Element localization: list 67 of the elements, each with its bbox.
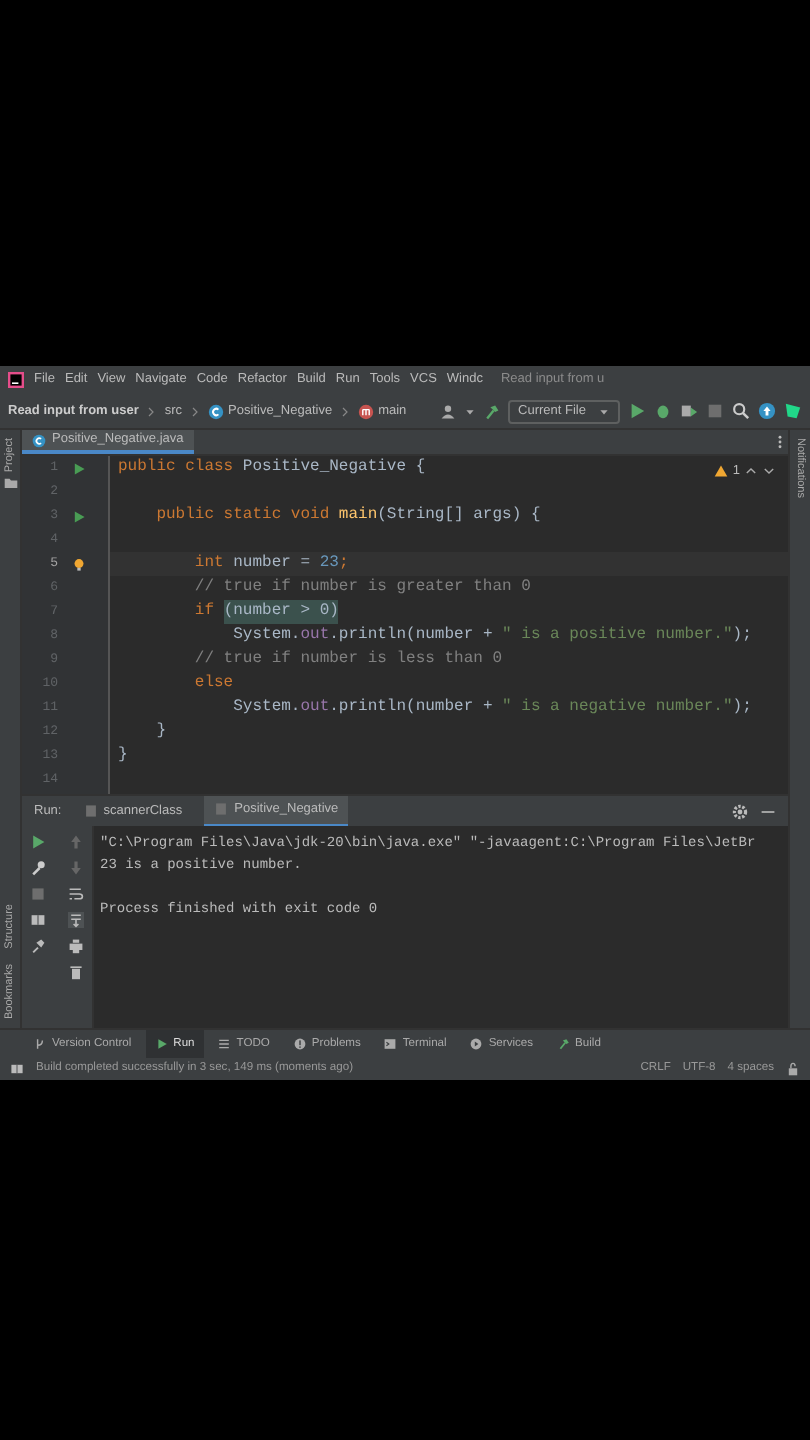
lightbulb-icon[interactable] [71,557,85,571]
info-icon [293,1038,306,1050]
run-icon[interactable] [628,402,646,420]
coverage-icon[interactable] [680,402,698,420]
run-icon[interactable] [71,509,85,523]
run-icon [155,1038,168,1050]
hammer-icon[interactable] [484,403,501,419]
chevron-icon[interactable] [744,464,758,479]
code-token: out [300,624,330,648]
code-token: ); [732,696,752,720]
settings-icon[interactable] [732,803,748,819]
method-icon [358,403,375,419]
run-icon[interactable] [30,834,47,850]
file-icon [83,804,98,818]
code-token: public class [118,456,236,480]
code-token: // true if number is greater than 0 [192,576,531,600]
wrench-icon[interactable] [30,860,47,876]
caret-icon[interactable] [464,405,477,417]
class-icon [32,433,46,447]
warning-icon[interactable] [714,464,729,479]
run-icon[interactable] [71,461,85,475]
trash-icon[interactable] [67,964,84,980]
soft-wrap-icon[interactable] [67,886,84,902]
code-token: .println(number + [329,696,495,720]
terminal-icon [384,1038,397,1050]
code-token: ); [732,624,752,648]
code-token: if [192,600,217,624]
layout-icon[interactable] [10,1062,24,1076]
code-token: } [154,720,167,744]
class-icon [208,403,225,419]
scroll-to-end-icon[interactable] [67,912,84,928]
code-token: (number > 0) [223,600,339,624]
chevron-icon [146,405,157,417]
code-token: out [300,696,330,720]
services-icon [470,1038,483,1050]
print-icon[interactable] [67,938,84,954]
code-token: int [192,552,226,576]
app-logo-icon[interactable] [8,372,24,388]
code-token: " is a positive number." [502,624,733,648]
code-token: System. [231,624,301,648]
code-token: } [118,744,128,768]
file-icon [214,802,229,816]
chevron-icon [190,405,201,417]
lock-icon[interactable] [786,1062,800,1076]
code-token: Positive_Negative { [242,456,426,480]
person-icon[interactable] [440,403,457,419]
code-token: else [192,672,234,696]
code-token: main [338,504,378,528]
chevron-icon[interactable] [762,464,776,479]
code-token: number = [233,552,313,576]
list-icon [218,1038,231,1050]
code-token: public static void [154,504,332,528]
caret-icon [598,405,610,417]
chevron-icon [340,405,351,417]
code-token: ; [338,552,349,576]
folder-icon[interactable] [3,476,17,491]
search-icon[interactable] [732,402,750,420]
code-token: .println(number + [329,624,495,648]
update-icon[interactable] [758,402,776,420]
code-token: // true if number is less than 0 [192,648,503,672]
code-token: 23 [319,552,339,576]
branch-icon [34,1038,46,1050]
hammer-icon [557,1038,570,1050]
code-token: System. [231,696,301,720]
code-token: " is a negative number." [502,696,733,720]
layout-icon[interactable] [30,912,47,928]
code-token: (String[] args) { [377,504,541,528]
